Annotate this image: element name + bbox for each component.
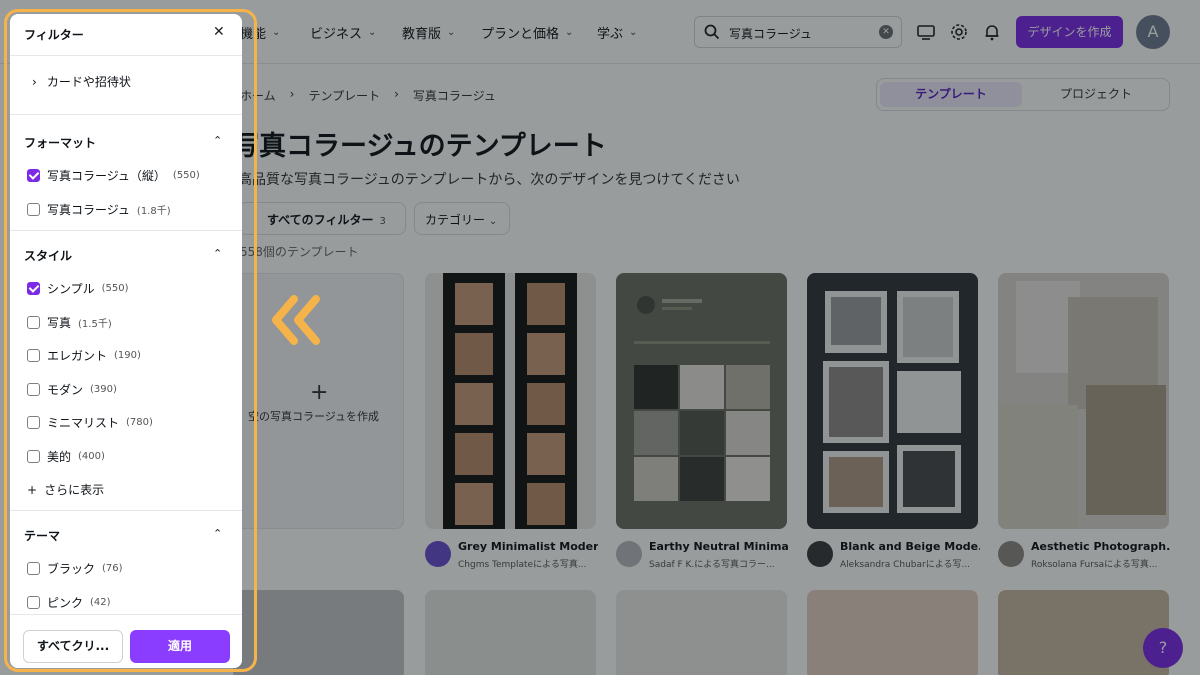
double-chevron-left-icon [270, 295, 322, 349]
highlight-annotation [4, 9, 257, 672]
